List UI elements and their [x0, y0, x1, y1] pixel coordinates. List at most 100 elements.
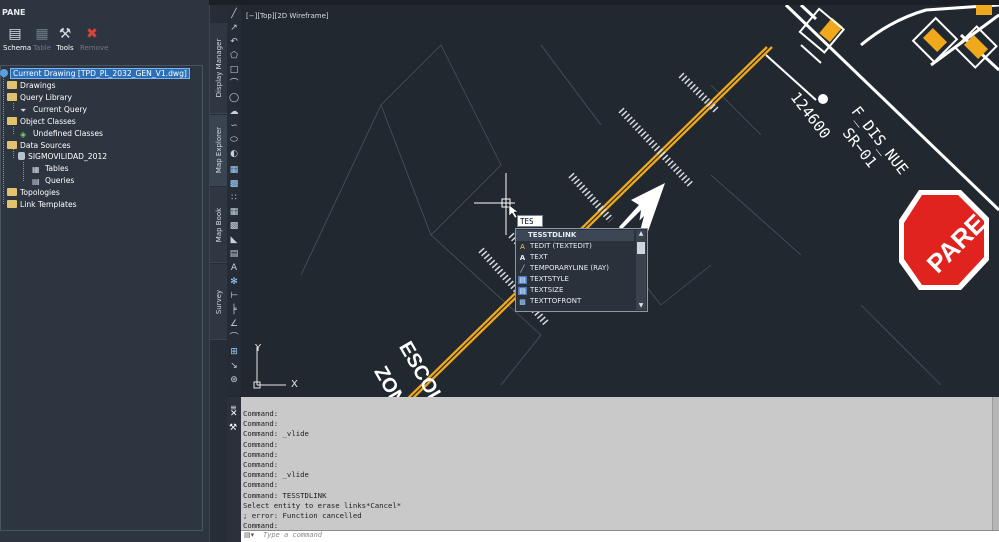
dim-arc-tool-icon[interactable]: ⌒	[228, 333, 240, 344]
tab-survey[interactable]: Survey	[210, 264, 228, 340]
folder-icon	[7, 200, 17, 208]
history-line: Command: TESSTDLINK	[243, 490, 327, 500]
folder-icon	[7, 81, 17, 89]
mtext-tool-icon[interactable]: A	[228, 263, 240, 274]
remove-button[interactable]: ✖ Remove	[80, 26, 109, 52]
tree-undefined-classes[interactable]: ◈ Undefined Classes	[20, 129, 103, 139]
line-tool-icon[interactable]: ╱	[228, 9, 240, 20]
scroll-down-icon[interactable]: ▼	[637, 302, 645, 309]
ellipse-tool-icon[interactable]: ⬭	[228, 135, 240, 146]
tree-tables[interactable]: ▦ Tables	[32, 164, 69, 174]
filter-icon: ⏷	[20, 106, 27, 115]
region-tool-icon[interactable]: ◣	[228, 235, 240, 246]
dim-aligned-tool-icon[interactable]: ╞	[228, 305, 240, 316]
table-tool-icon[interactable]: ▤	[228, 249, 240, 260]
tree-query-library[interactable]: Query Library	[7, 93, 72, 103]
insert-block-tool-icon[interactable]: ▦	[228, 165, 240, 176]
dim-linear-tool-icon[interactable]: ⊢	[228, 291, 240, 302]
command-line-handle: ≡ ✕ ⚒	[227, 397, 241, 542]
arc-pline-tool-icon[interactable]: ↶	[228, 37, 240, 48]
text-icon: A	[519, 254, 526, 262]
table-icon: ▦	[32, 165, 40, 174]
make-block-tool-icon[interactable]: ▩	[228, 179, 240, 190]
textstyle-icon: ▤	[518, 276, 527, 284]
tree-object-classes[interactable]: Object Classes	[7, 117, 76, 127]
tab-display-manager[interactable]: Display Manager	[210, 23, 228, 114]
leader-tool-icon[interactable]: ↘	[228, 361, 240, 372]
tree-sigmovilidad[interactable]: SIGMOVILIDAD_2012	[18, 152, 107, 162]
remove-icon: ✖	[86, 26, 98, 42]
crosshair-cursor	[474, 173, 515, 235]
autocomplete-scroll-thumb[interactable]	[637, 242, 645, 254]
viewport-controls-label[interactable]: [−][Top][2D Wireframe]	[246, 12, 329, 20]
tree-drawings[interactable]: Drawings	[7, 81, 56, 91]
tools-button[interactable]: ⚒ Tools	[53, 26, 77, 52]
dim-ordinate-tool-icon[interactable]: ⊞	[228, 347, 240, 358]
tree-current-query[interactable]: ⏷ Current Query	[20, 105, 87, 115]
tree-queries[interactable]: ▤ Queries	[32, 176, 74, 186]
autocomplete-scrollbar[interactable]: ▲ ▼	[636, 230, 646, 310]
ac-item-label: TESSTDLINK	[528, 231, 577, 239]
schema-label: Schema	[3, 44, 32, 52]
command-prompt-icon[interactable]: ▤▾	[244, 531, 260, 540]
ellipse-arc-tool-icon[interactable]: ◐	[228, 149, 240, 160]
schema-button[interactable]: ▤ Schema	[3, 26, 32, 52]
tab-map-explorer[interactable]: Map Explorer	[210, 115, 228, 186]
rectangle-tool-icon[interactable]: □	[228, 65, 240, 76]
drawing-viewport[interactable]: ESCOLAR ZONA 124600 F_DIS_NUE SR−01 PARE…	[241, 5, 999, 397]
sigmovilidad-label: SIGMOVILIDAD_2012	[28, 152, 108, 161]
tab-map-book[interactable]: Map Book	[210, 187, 228, 263]
history-line: Select entity to erase links*Cancel*	[243, 500, 402, 510]
hatch-tool-icon[interactable]: ▦	[228, 207, 240, 218]
command-input[interactable]	[241, 530, 999, 542]
tab-map-explorer-label: Map Explorer	[215, 126, 223, 174]
command-input-placeholder: Type a command	[263, 531, 323, 539]
arc-tool-icon[interactable]: ⌒	[228, 79, 240, 90]
gradient-tool-icon[interactable]: ▩	[228, 221, 240, 232]
tree-topologies[interactable]: Topologies	[7, 188, 60, 198]
revcloud-tool-icon[interactable]: ☁	[228, 107, 240, 118]
spline-tool-icon[interactable]: ∽	[228, 121, 240, 132]
dim-angle-tool-icon[interactable]: ∠	[228, 319, 240, 330]
tree-current-drawing[interactable]: Current Drawing [TPD_PL_2032_GEN_V1.dwg]	[0, 68, 190, 79]
close-icon[interactable]: ✕	[230, 409, 238, 419]
ac-item-temporaryline[interactable]: ╱ TEMPORARYLINE (RAY)	[518, 263, 609, 274]
scroll-up-icon[interactable]: ▲	[637, 230, 645, 237]
polyline-tool-icon[interactable]: ↗	[228, 23, 240, 34]
tree-link-templates[interactable]: Link Templates	[7, 200, 77, 210]
class-icon: ◈	[20, 130, 27, 139]
tab-display-manager-label: Display Manager	[215, 38, 223, 98]
ac-item-tedit[interactable]: A TEDIT (TEXTEDIT)	[518, 241, 592, 252]
panel-title: PANE	[2, 8, 26, 17]
history-line: Command:	[243, 480, 279, 490]
ac-item-label: TEDIT (TEXTEDIT)	[530, 242, 592, 250]
queries-label: Queries	[45, 176, 75, 185]
ucs-y-label: Y	[254, 343, 262, 354]
ac-item-textsize[interactable]: ▤ TEXTSIZE	[518, 285, 563, 296]
add-selected-tool-icon[interactable]: ✻	[228, 277, 240, 288]
command-history-scrollbar[interactable]	[992, 397, 999, 530]
undefined-classes-label: Undefined Classes	[33, 129, 103, 138]
schema-icon: ▤	[8, 26, 22, 42]
ac-item-textstyle[interactable]: ▤ TEXTSTYLE	[518, 274, 569, 285]
texttofront-icon: ▩	[519, 298, 526, 306]
ac-item-texttofront[interactable]: ▩ TEXTTOFRONT	[518, 296, 581, 307]
dynamic-input[interactable]: TES	[517, 215, 543, 227]
polygon-tool-icon[interactable]: ⬠	[228, 51, 240, 62]
ac-item-label: TEXTSIZE	[530, 286, 564, 294]
ac-item-tesstdlink[interactable]: TESSTDLINK	[516, 230, 634, 241]
ac-item-text[interactable]: A TEXT	[518, 252, 548, 263]
tree-data-sources[interactable]: Data Sources	[7, 141, 71, 151]
command-autocomplete-list[interactable]: TESSTDLINK A TEDIT (TEXTEDIT) A TEXT ╱ TEMP…	[515, 228, 648, 312]
table-button[interactable]: ▦ Table	[30, 26, 54, 52]
point-tool-icon[interactable]: ∷	[228, 193, 240, 204]
textsize-icon: ▤	[518, 287, 527, 295]
circle-tool-icon[interactable]: ◯	[228, 93, 240, 104]
remove-label: Remove	[80, 44, 109, 52]
current-drawing-label: Current Drawing [TPD_PL_2032_GEN_V1.dwg]	[10, 68, 190, 79]
tolerance-tool-icon[interactable]: ⊛	[228, 375, 240, 386]
road-centerline	[407, 46, 773, 397]
road-hatches	[819, 5, 992, 60]
customize-wrench-icon[interactable]: ⚒	[229, 423, 237, 433]
topologies-label: Topologies	[20, 188, 60, 197]
